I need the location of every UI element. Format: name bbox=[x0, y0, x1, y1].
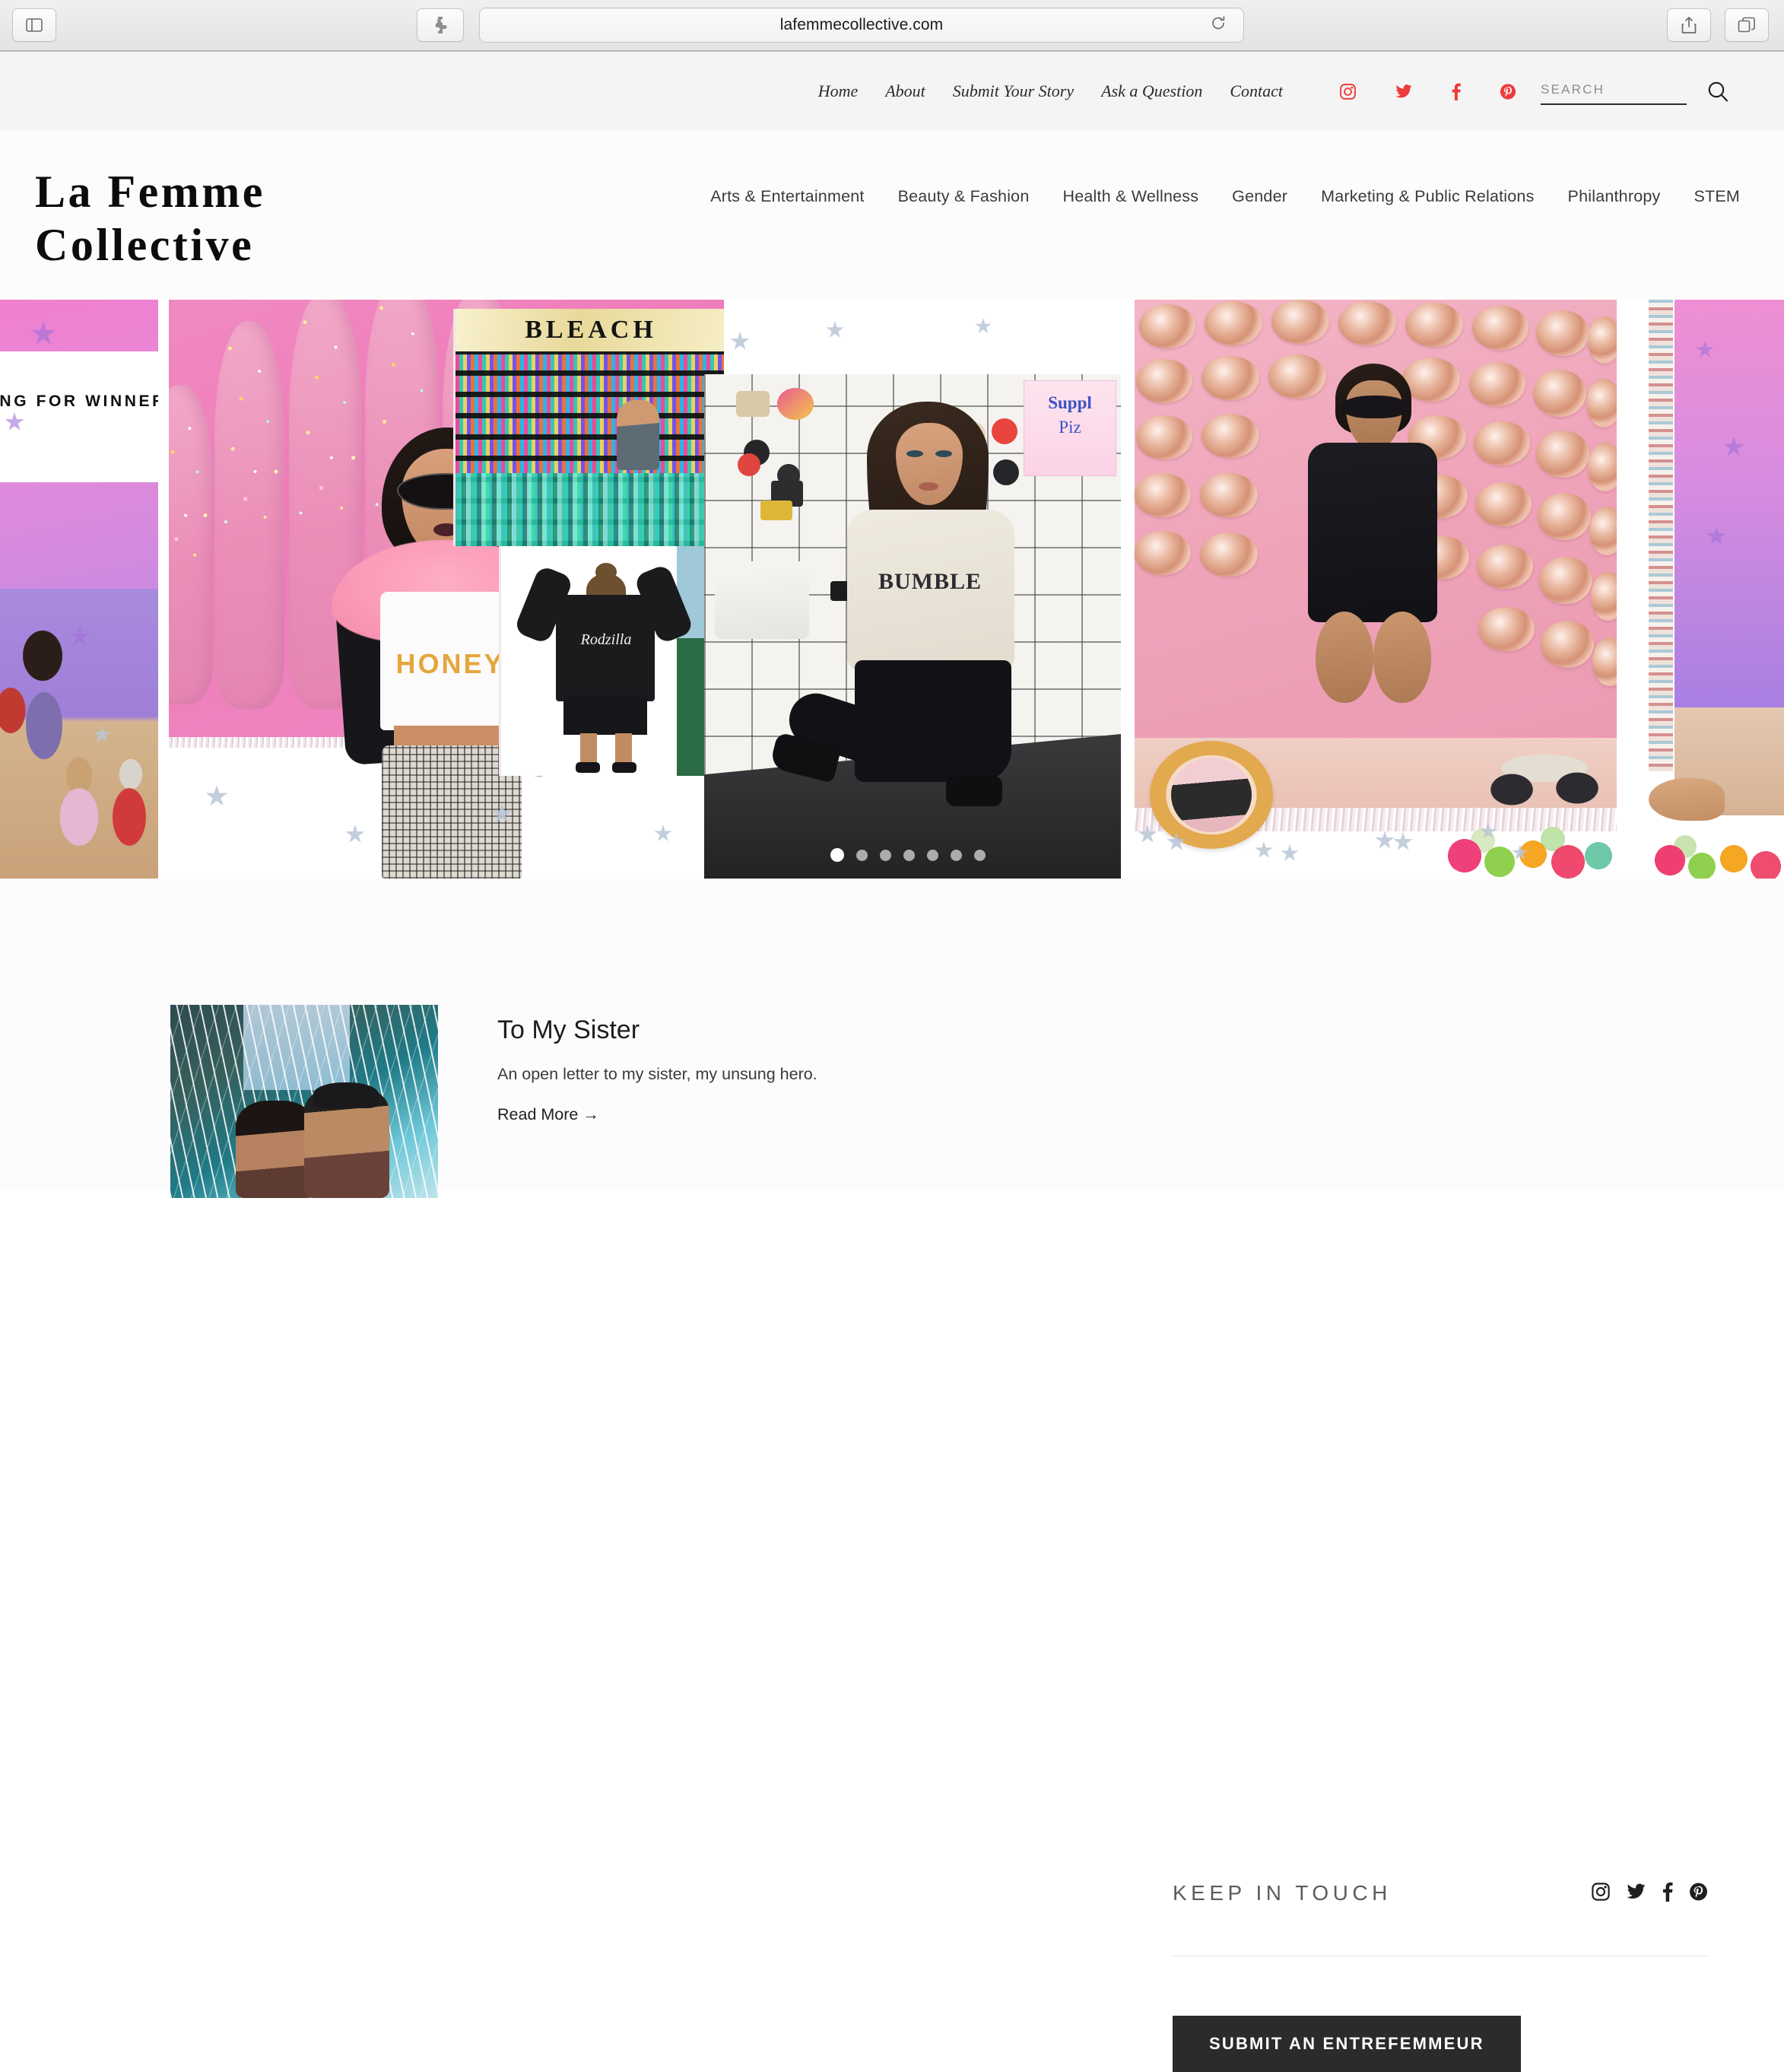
star-overlay-left bbox=[0, 300, 158, 879]
hero-panel-plate-wall bbox=[1124, 300, 1617, 879]
puzzle-extension-icon bbox=[436, 17, 447, 33]
honey-shirt-text: HONEY bbox=[395, 648, 505, 679]
search-area bbox=[1541, 78, 1729, 105]
social-link-twitter[interactable] bbox=[1395, 83, 1413, 100]
category-link-gender[interactable]: Gender bbox=[1232, 187, 1287, 206]
read-more-link[interactable]: Read More → bbox=[497, 1105, 599, 1123]
pizza-poster: Suppl Piz bbox=[1024, 380, 1116, 476]
pinterest-icon bbox=[1690, 1883, 1707, 1900]
gradient-backdrop bbox=[1674, 300, 1784, 707]
carousel-dots[interactable] bbox=[830, 848, 986, 862]
utility-nav: Home About Submit Your Story Ask a Quest… bbox=[791, 78, 1729, 105]
site-logo[interactable]: La Femme Collective bbox=[35, 166, 362, 272]
instagram-icon bbox=[1592, 1882, 1610, 1901]
keep-in-touch-header: KEEP IN TOUCH bbox=[1173, 1881, 1708, 1905]
keep-in-touch-title: KEEP IN TOUCH bbox=[1173, 1881, 1392, 1905]
rodzilla-jacket-text: Rodzilla bbox=[580, 631, 632, 648]
ornate-mirror-cutout bbox=[1150, 741, 1273, 849]
article-description: An open letter to my sister, my unsung h… bbox=[497, 1065, 817, 1083]
pinterest-icon bbox=[1500, 83, 1516, 100]
address-bar[interactable]: lafemmecollective.com bbox=[479, 8, 1244, 43]
carousel-dot-2[interactable] bbox=[856, 849, 868, 861]
nav-link-ask-a-question[interactable]: Ask a Question bbox=[1101, 81, 1202, 101]
bleach-store-sign: BLEACH bbox=[456, 309, 724, 351]
browser-toolbar: lafemmecollective.com bbox=[0, 0, 1784, 52]
share-icon bbox=[1681, 17, 1697, 33]
bumble-sweater-text: BUMBLE bbox=[878, 569, 982, 594]
tab-overview-icon bbox=[1738, 17, 1755, 33]
article-text: To My Sister An open letter to my sister… bbox=[497, 1005, 817, 1198]
article-card: To My Sister An open letter to my sister… bbox=[170, 1005, 817, 1198]
search-submit-button[interactable] bbox=[1706, 80, 1729, 103]
sidebar-toggle-button[interactable] bbox=[12, 8, 56, 42]
hero-carousel[interactable]: ING FOR WINNERS bbox=[0, 300, 1784, 879]
carousel-dot-5[interactable] bbox=[927, 849, 938, 861]
carousel-dot-4[interactable] bbox=[903, 849, 915, 861]
category-link-philanthropy[interactable]: Philanthropy bbox=[1568, 187, 1661, 206]
hero-panel-right bbox=[1649, 300, 1784, 879]
category-link-health-wellness[interactable]: Health & Wellness bbox=[1063, 187, 1199, 206]
instagram-icon bbox=[1340, 83, 1356, 100]
footer-social-link-facebook[interactable] bbox=[1662, 1882, 1674, 1905]
hero-photo-bleach-store: BLEACH bbox=[453, 309, 724, 546]
hero-slide: ING FOR WINNERS bbox=[0, 300, 1784, 879]
carousel-dot-6[interactable] bbox=[951, 849, 962, 861]
category-link-stem[interactable]: STEM bbox=[1694, 187, 1740, 206]
social-link-facebook[interactable] bbox=[1451, 83, 1462, 100]
hero-photo-rodzilla: Rodzilla bbox=[499, 546, 724, 776]
category-nav: Arts & Entertainment Beauty & Fashion He… bbox=[677, 187, 1740, 206]
twitter-icon bbox=[1395, 84, 1412, 97]
sunglasses bbox=[1341, 396, 1408, 418]
article-title[interactable]: To My Sister bbox=[497, 1015, 817, 1045]
tab-overview-button[interactable] bbox=[1725, 8, 1769, 42]
poster-line-2: Piz bbox=[1059, 418, 1081, 437]
logo-line-1: La Femme bbox=[35, 167, 265, 217]
extensions-button[interactable] bbox=[417, 8, 464, 42]
article-thumbnail[interactable] bbox=[170, 1005, 438, 1198]
content-area: To My Sister An open letter to my sister… bbox=[0, 879, 1784, 2072]
category-link-marketing-public-relations[interactable]: Marketing & Public Relations bbox=[1321, 187, 1534, 206]
footer-social-link-pinterest[interactable] bbox=[1689, 1882, 1708, 1905]
twitter-icon bbox=[1627, 1883, 1646, 1899]
flower-cutout bbox=[1442, 796, 1617, 879]
sidebar-toggle-icon bbox=[26, 18, 43, 32]
bleach-sign-text: BLEACH bbox=[525, 316, 657, 344]
site-utility-bar: Home About Submit Your Story Ask a Quest… bbox=[0, 52, 1784, 131]
facebook-icon bbox=[1452, 83, 1461, 100]
carousel-dot-7[interactable] bbox=[974, 849, 986, 861]
facebook-icon bbox=[1662, 1882, 1673, 1902]
url-text: lafemmecollective.com bbox=[779, 16, 944, 33]
social-link-instagram[interactable] bbox=[1339, 83, 1357, 100]
hero-photo-plate-room bbox=[1285, 364, 1460, 744]
hero-panel-bathroom: Suppl Piz BUMBLE bbox=[704, 374, 1121, 879]
search-input[interactable] bbox=[1541, 78, 1687, 105]
hero-panel-left: ING FOR WINNERS bbox=[0, 300, 158, 879]
social-link-pinterest[interactable] bbox=[1500, 83, 1516, 100]
share-button[interactable] bbox=[1667, 8, 1711, 42]
hero-photo-bumble: BUMBLE bbox=[769, 396, 1033, 821]
footer-social-links bbox=[1591, 1882, 1708, 1905]
utility-social-links bbox=[1312, 83, 1516, 100]
category-link-beauty-fashion[interactable]: Beauty & Fashion bbox=[898, 187, 1030, 206]
keep-in-touch-section: KEEP IN TOUCH SUBMIT AN ENTREFEMMEUR bbox=[1173, 1881, 1708, 2072]
nav-link-home[interactable]: Home bbox=[818, 81, 859, 101]
nav-link-contact[interactable]: Contact bbox=[1230, 81, 1283, 101]
logo-line-2: Collective bbox=[35, 219, 255, 270]
hero-panel-collage: HONEY BLEACH Rodzilla bbox=[169, 300, 724, 879]
submit-entrefemmeur-button[interactable]: SUBMIT AN ENTREFEMMEUR bbox=[1173, 2016, 1521, 2072]
search-icon bbox=[1708, 81, 1728, 102]
site-masthead: La Femme Collective bbox=[0, 131, 1784, 300]
footer-social-link-twitter[interactable] bbox=[1626, 1882, 1646, 1905]
carousel-dot-1[interactable] bbox=[830, 848, 844, 862]
carousel-dot-3[interactable] bbox=[880, 849, 891, 861]
nav-link-submit-your-story[interactable]: Submit Your Story bbox=[953, 81, 1074, 101]
reload-icon bbox=[1212, 16, 1225, 30]
nav-link-about[interactable]: About bbox=[885, 81, 925, 101]
footer-social-link-instagram[interactable] bbox=[1591, 1882, 1611, 1905]
reload-button[interactable] bbox=[1210, 15, 1227, 36]
category-link-arts-entertainment[interactable]: Arts & Entertainment bbox=[710, 187, 864, 206]
poster-line-1: Suppl bbox=[1048, 393, 1092, 412]
